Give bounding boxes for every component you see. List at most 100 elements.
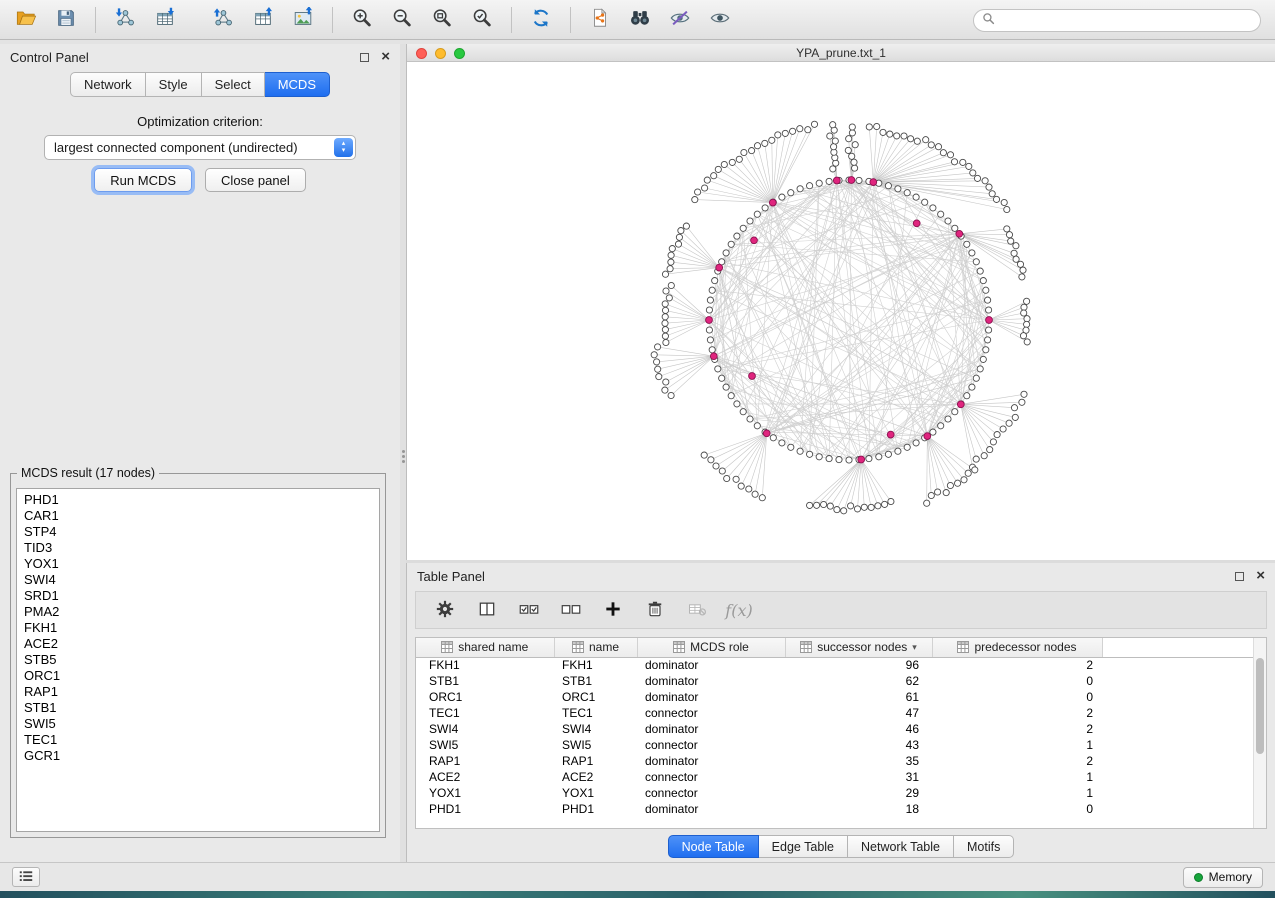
network-node[interactable] xyxy=(702,185,708,191)
table-row[interactable]: ORC1ORC1dominator610 xyxy=(416,689,1254,705)
network-node[interactable] xyxy=(972,467,978,473)
mcds-result-item[interactable]: ACE2 xyxy=(24,636,379,652)
network-node[interactable] xyxy=(779,194,785,200)
select-all-rows-button[interactable] xyxy=(512,595,546,625)
zoom-fit-button[interactable] xyxy=(424,4,460,36)
network-node[interactable] xyxy=(719,375,725,381)
mcds-result-item[interactable]: PMA2 xyxy=(24,604,379,620)
network-node[interactable] xyxy=(1021,310,1027,316)
network-node[interactable] xyxy=(935,489,941,495)
save-session-button[interactable] xyxy=(48,4,84,36)
network-node[interactable] xyxy=(947,152,953,158)
network-node[interactable] xyxy=(973,259,979,265)
network-node[interactable] xyxy=(775,132,781,138)
network-node[interactable] xyxy=(675,241,681,247)
dominator-node[interactable] xyxy=(887,431,894,438)
maximize-window-icon[interactable] xyxy=(454,48,465,59)
open-session-button[interactable] xyxy=(8,4,44,36)
network-node[interactable] xyxy=(880,129,886,135)
dominator-node[interactable] xyxy=(924,433,931,440)
network-node[interactable] xyxy=(895,186,901,192)
network-node[interactable] xyxy=(856,177,862,183)
mcds-result-item[interactable]: SRD1 xyxy=(24,588,379,604)
find-button[interactable] xyxy=(622,4,658,36)
dominator-node[interactable] xyxy=(956,230,963,237)
delete-column-button[interactable] xyxy=(638,595,672,625)
import-table-button[interactable] xyxy=(147,4,183,36)
network-node[interactable] xyxy=(930,205,936,211)
network-node[interactable] xyxy=(709,347,715,353)
network-node[interactable] xyxy=(1024,298,1030,304)
table-scrollbar-thumb[interactable] xyxy=(1256,658,1264,754)
network-node[interactable] xyxy=(969,384,975,390)
network-node[interactable] xyxy=(788,190,794,196)
network-node[interactable] xyxy=(695,189,701,195)
network-node[interactable] xyxy=(866,456,872,462)
network-node[interactable] xyxy=(945,218,951,224)
export-image-button[interactable] xyxy=(285,4,321,36)
network-node[interactable] xyxy=(827,133,833,139)
dominator-node[interactable] xyxy=(763,430,770,437)
network-node[interactable] xyxy=(982,178,988,184)
network-node[interactable] xyxy=(836,457,842,463)
network-node[interactable] xyxy=(901,133,907,139)
network-node[interactable] xyxy=(966,163,972,169)
network-node[interactable] xyxy=(904,190,910,196)
network-node[interactable] xyxy=(769,137,775,143)
dominator-node[interactable] xyxy=(986,317,993,324)
table-row[interactable]: TEC1TEC1connector472 xyxy=(416,705,1254,721)
tab-node-table[interactable]: Node Table xyxy=(668,835,759,858)
network-node[interactable] xyxy=(747,218,753,224)
network-node[interactable] xyxy=(852,142,858,148)
network-node[interactable] xyxy=(854,506,860,512)
network-node[interactable] xyxy=(940,150,946,156)
network-node[interactable] xyxy=(736,156,742,162)
network-node[interactable] xyxy=(894,133,900,139)
mcds-result-item[interactable]: YOX1 xyxy=(24,556,379,572)
dominator-node[interactable] xyxy=(957,401,964,408)
network-node[interactable] xyxy=(797,186,803,192)
column-header-predecessor-nodes[interactable]: predecessor nodes xyxy=(932,638,1102,657)
table-row[interactable]: YOX1YOX1connector291 xyxy=(416,785,1254,801)
dominator-node[interactable] xyxy=(858,456,865,463)
network-node[interactable] xyxy=(875,503,881,509)
network-node[interactable] xyxy=(692,197,698,203)
network-node[interactable] xyxy=(987,447,993,453)
network-node[interactable] xyxy=(654,359,660,365)
network-node[interactable] xyxy=(1017,261,1023,267)
zoom-out-button[interactable] xyxy=(384,4,420,36)
network-node[interactable] xyxy=(945,416,951,422)
network-node[interactable] xyxy=(973,375,979,381)
memory-button[interactable]: Memory xyxy=(1183,867,1263,888)
network-node[interactable] xyxy=(961,477,967,483)
table-row[interactable]: FKH1FKH1dominator962 xyxy=(416,657,1254,673)
close-panel-icon[interactable]: × xyxy=(381,51,390,63)
network-node[interactable] xyxy=(1021,391,1027,397)
network-node[interactable] xyxy=(701,452,707,458)
network-node[interactable] xyxy=(1001,199,1007,205)
network-node[interactable] xyxy=(986,184,992,190)
dominator-node[interactable] xyxy=(833,177,840,184)
table-row[interactable]: RAP1RAP1dominator352 xyxy=(416,753,1254,769)
network-node[interactable] xyxy=(713,463,719,469)
network-node[interactable] xyxy=(728,393,734,399)
network-node[interactable] xyxy=(797,448,803,454)
network-node[interactable] xyxy=(762,205,768,211)
network-node[interactable] xyxy=(807,451,813,457)
table-row[interactable]: PHD1PHD1dominator180 xyxy=(416,801,1254,817)
delete-table-button[interactable] xyxy=(680,595,714,625)
network-node[interactable] xyxy=(676,234,682,240)
network-node[interactable] xyxy=(970,170,976,176)
network-node[interactable] xyxy=(666,295,672,301)
hide-selected-button[interactable] xyxy=(662,4,698,36)
network-node[interactable] xyxy=(715,366,721,372)
network-node[interactable] xyxy=(888,498,894,504)
network-node[interactable] xyxy=(707,297,713,303)
network-node[interactable] xyxy=(908,136,914,142)
network-node[interactable] xyxy=(960,159,966,165)
network-node[interactable] xyxy=(832,138,838,144)
tab-motifs[interactable]: Motifs xyxy=(954,835,1014,858)
network-node[interactable] xyxy=(662,271,668,277)
network-node[interactable] xyxy=(663,339,669,345)
network-node[interactable] xyxy=(662,327,668,333)
